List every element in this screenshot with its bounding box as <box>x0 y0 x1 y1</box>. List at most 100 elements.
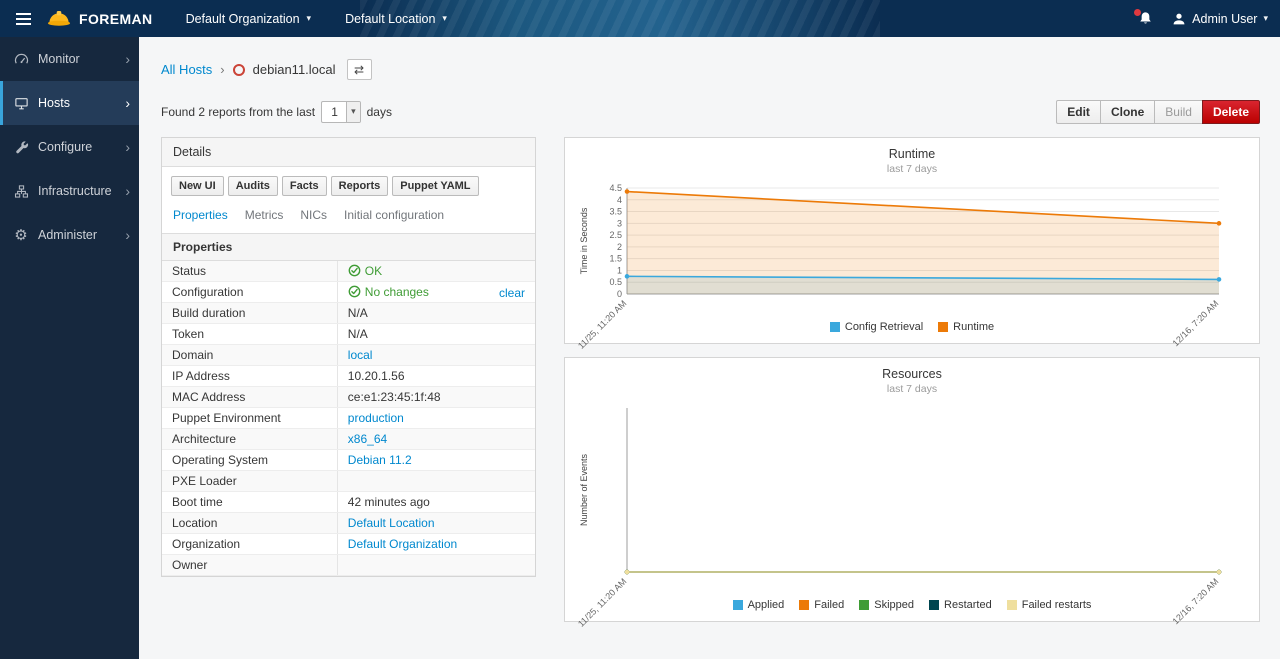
sidebar-item-label: Monitor <box>38 52 80 66</box>
property-label: Puppet Environment <box>162 408 337 429</box>
charts-column: Runtime last 7 days 00.511.522.533.544.5… <box>564 137 1260 622</box>
tab-nics[interactable]: NICs <box>300 208 327 222</box>
legend-item[interactable]: Failed <box>799 599 844 611</box>
tab-properties[interactable]: Properties <box>173 208 228 222</box>
legend-label: Failed <box>814 599 844 611</box>
tab-initial-configuration[interactable]: Initial configuration <box>344 208 444 222</box>
property-value-link[interactable]: Default Location <box>348 516 435 530</box>
breadcrumb-all-hosts-link[interactable]: All Hosts <box>161 62 212 77</box>
brand[interactable]: FOREMAN <box>46 8 169 29</box>
organization-selector[interactable]: Default Organization ▾ <box>169 0 328 37</box>
property-value-link[interactable]: production <box>348 411 404 425</box>
property-value-link[interactable]: x86_64 <box>348 432 387 446</box>
legend-label: Applied <box>748 599 785 611</box>
days-select[interactable]: 1 ▾ <box>321 101 361 123</box>
check-circle-icon <box>348 264 361 277</box>
check-circle-icon <box>348 285 361 298</box>
table-row: Puppet Environment production <box>162 408 535 429</box>
reports-button[interactable]: Reports <box>331 176 389 196</box>
sidebar-nav: Monitor›Hosts›Configure›Infrastructure›⚙… <box>0 37 139 257</box>
svg-text:1.5: 1.5 <box>609 254 622 264</box>
chevron-down-icon: ▾ <box>307 13 312 24</box>
table-row: MAC Addressce:e1:23:45:1f:48 <box>162 387 535 408</box>
chevron-right-icon: › <box>125 52 130 66</box>
brand-name: FOREMAN <box>79 11 153 27</box>
legend-item[interactable]: Skipped <box>859 599 914 611</box>
property-label: IP Address <box>162 366 337 387</box>
legend-item[interactable]: Applied <box>733 599 785 611</box>
sidebar-item-monitor[interactable]: Monitor › <box>0 37 139 81</box>
property-label: MAC Address <box>162 387 337 408</box>
chevron-down-icon: ▾ <box>1263 13 1268 24</box>
table-row: Location Default Location <box>162 513 535 534</box>
sidebar-item-configure[interactable]: Configure› <box>0 125 139 169</box>
sidebar-item-infrastructure[interactable]: Infrastructure› <box>0 169 139 213</box>
tab-metrics[interactable]: Metrics <box>245 208 284 222</box>
legend-swatch <box>799 600 809 610</box>
clear-link[interactable]: clear <box>499 286 525 300</box>
sidebar-item-hosts[interactable]: Hosts› <box>0 81 139 125</box>
chevron-down-icon: ▾ <box>442 13 447 24</box>
reports-summary-suffix: days <box>367 105 392 119</box>
breadcrumb-switcher-button[interactable]: ⇄ <box>347 59 372 80</box>
table-row: Boot time42 minutes ago <box>162 492 535 513</box>
chevron-right-icon: › <box>125 228 130 242</box>
wrench-icon <box>13 140 29 155</box>
property-value: production <box>337 408 535 429</box>
property-value <box>337 555 535 576</box>
top-navbar: FOREMAN Default Organization ▾ Default L… <box>0 0 1280 37</box>
new-ui-button[interactable]: New UI <box>171 176 224 196</box>
legend-item[interactable]: Config Retrieval <box>830 321 923 333</box>
organization-selector-label: Default Organization <box>186 12 300 26</box>
user-menu[interactable]: Admin User ▾ <box>1164 0 1280 37</box>
delete-button[interactable]: Delete <box>1202 100 1260 124</box>
legend-item[interactable]: Restarted <box>929 599 992 611</box>
notifications-button[interactable] <box>1127 0 1164 37</box>
table-row: IP Address10.20.1.56 <box>162 366 535 387</box>
clone-button[interactable]: Clone <box>1100 100 1155 124</box>
property-label: Build duration <box>162 303 337 324</box>
location-selector[interactable]: Default Location ▾ <box>328 0 464 37</box>
legend-swatch <box>929 600 939 610</box>
property-label: Location <box>162 513 337 534</box>
sitemap-icon <box>13 184 29 199</box>
hamburger-menu-button[interactable] <box>0 0 46 37</box>
gear-icon: ⚙ <box>13 228 29 243</box>
table-row: Operating SystemDebian 11.2 <box>162 450 535 471</box>
property-value: OK <box>337 261 535 282</box>
property-value-link[interactable]: Default Organization <box>348 537 457 551</box>
chart-subtitle: last 7 days <box>575 383 1249 395</box>
properties-table: StatusOKConfigurationNo changesclearBuil… <box>162 261 535 576</box>
svg-text:3: 3 <box>617 218 622 228</box>
runtime-chart-panel: Runtime last 7 days 00.511.522.533.544.5… <box>564 137 1260 344</box>
chart-subtitle: last 7 days <box>575 163 1249 175</box>
property-value-link[interactable]: local <box>348 348 373 362</box>
property-value-link[interactable]: Debian 11.2 <box>348 453 412 467</box>
sidebar-item-administer[interactable]: ⚙Administer› <box>0 213 139 257</box>
runtime-chart-legend: Config Retrieval Runtime <box>575 318 1249 337</box>
svg-text:Time in Seconds: Time in Seconds <box>579 207 589 274</box>
svg-text:2.5: 2.5 <box>609 230 622 240</box>
host-status-ring-icon <box>233 64 245 76</box>
user-icon <box>1172 12 1186 26</box>
host-action-buttons: Edit Clone Build Delete <box>1056 100 1260 124</box>
legend-item[interactable]: Runtime <box>938 321 994 333</box>
properties-section-title: Properties <box>162 233 535 261</box>
puppet-yaml-button[interactable]: Puppet YAML <box>392 176 478 196</box>
facts-button[interactable]: Facts <box>282 176 327 196</box>
audits-button[interactable]: Audits <box>228 176 278 196</box>
legend-item[interactable]: Failed restarts <box>1007 599 1092 611</box>
details-panel-title: Details <box>162 138 535 167</box>
svg-text:4.5: 4.5 <box>609 183 622 193</box>
sidebar-item-label: Hosts <box>38 96 70 110</box>
legend-label: Config Retrieval <box>845 321 923 333</box>
svg-text:1: 1 <box>617 265 622 275</box>
svg-text:0: 0 <box>617 289 622 299</box>
svg-text:4: 4 <box>617 195 622 205</box>
property-label: Architecture <box>162 429 337 450</box>
main-content: All Hosts › debian11.local ⇄ Found 2 rep… <box>139 37 1280 659</box>
legend-label: Skipped <box>874 599 914 611</box>
status-text: OK <box>365 264 382 278</box>
edit-button[interactable]: Edit <box>1056 100 1101 124</box>
chart-title: Runtime <box>575 147 1249 161</box>
